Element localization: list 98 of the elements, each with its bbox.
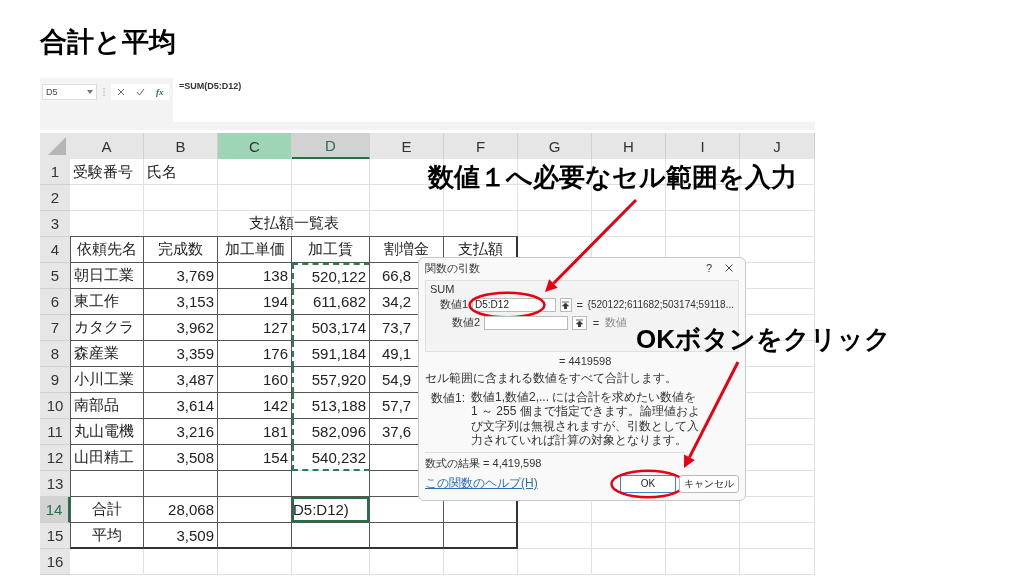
- row-header[interactable]: 5: [40, 263, 70, 289]
- ok-button[interactable]: OK: [620, 474, 676, 493]
- table-cell: 3,769: [144, 263, 218, 289]
- dropdown-icon: [87, 90, 93, 94]
- column-header[interactable]: D: [292, 133, 370, 159]
- column-heading: 加工単価: [218, 237, 292, 263]
- table-cell: 東工作: [70, 289, 144, 315]
- argument-preview: 数値: [605, 315, 627, 330]
- equals-sign: =: [591, 316, 601, 329]
- table-cell: 森産業: [70, 341, 144, 367]
- table-cell: 28,068: [144, 497, 218, 523]
- table-cell: 3,509: [144, 523, 218, 549]
- collapse-button[interactable]: [572, 315, 587, 330]
- table-cell: 513,188: [292, 393, 370, 419]
- row-header[interactable]: 9: [40, 367, 70, 393]
- table-cell: 3,216: [144, 419, 218, 445]
- help-link[interactable]: この関数のヘルプ(H): [425, 475, 538, 493]
- table-cell: 南部品: [70, 393, 144, 419]
- arrow-up-icon: [576, 318, 583, 327]
- argument-preview: {520122;611682;503174;59118...: [587, 299, 734, 310]
- table-cell: 540,232: [292, 445, 370, 471]
- slide-title: 合計と平均: [39, 26, 177, 59]
- table-cell: 557,920: [292, 367, 370, 393]
- close-icon[interactable]: [725, 264, 733, 272]
- row-header[interactable]: 6: [40, 289, 70, 315]
- table-cell: 176: [218, 341, 292, 367]
- row-header[interactable]: 3: [40, 211, 70, 237]
- table-cell: 142: [218, 393, 292, 419]
- help-button[interactable]: ?: [699, 262, 719, 274]
- column-header[interactable]: I: [666, 133, 740, 159]
- table-cell: 山田精工: [70, 445, 144, 471]
- table-cell: 181: [218, 419, 292, 445]
- argument-help-text: 数値1,数値2,... には合計を求めたい数値を 1 ～ 255 個まで指定できます。論理値および文字列は無視されますが、引数として入力されていれば計算の対象となります。: [471, 390, 701, 448]
- table-cell: 丸山電機: [70, 419, 144, 445]
- collapse-button[interactable]: [560, 297, 572, 312]
- column-header[interactable]: J: [740, 133, 815, 159]
- table-cell: 平均: [70, 523, 144, 549]
- cancel-icon[interactable]: [116, 88, 125, 96]
- formula-result: 数式の結果 = 4,419,598: [425, 456, 542, 469]
- table-cell: 朝日工業: [70, 263, 144, 289]
- table-title: 支払額一覧表: [218, 211, 370, 237]
- column-heading: 完成数: [144, 237, 218, 263]
- table-cell: 154: [218, 445, 292, 471]
- row-header[interactable]: 7: [40, 315, 70, 341]
- row-header[interactable]: 10: [40, 393, 70, 419]
- callout-text: OKボタンをクリック: [636, 323, 891, 356]
- column-header[interactable]: F: [444, 133, 518, 159]
- column-header[interactable]: C: [218, 133, 292, 159]
- table-cell: カタクラ: [70, 315, 144, 341]
- column-header[interactable]: A: [70, 133, 144, 159]
- column-header[interactable]: H: [592, 133, 666, 159]
- callout-text: 数値１へ必要なセル範囲を入力: [428, 161, 797, 194]
- table-cell: 3,614: [144, 393, 218, 419]
- row-header[interactable]: 14: [40, 497, 70, 523]
- argument-field[interactable]: [484, 315, 568, 330]
- table-cell: 3,962: [144, 315, 218, 341]
- column-heading: 依頼先名: [70, 237, 144, 263]
- row-header[interactable]: 15: [40, 523, 70, 549]
- column-heading: 加工賃: [292, 237, 370, 263]
- table-cell: 127: [218, 315, 292, 341]
- active-cell[interactable]: D5:D12): [292, 497, 370, 523]
- row-header[interactable]: 8: [40, 341, 70, 367]
- insert-function-button[interactable]: fx: [155, 87, 164, 97]
- table-cell: 3,153: [144, 289, 218, 315]
- table-cell: 611,682: [292, 289, 370, 315]
- cancel-button[interactable]: キャンセル: [679, 474, 739, 493]
- table-cell: 138: [218, 263, 292, 289]
- argument-field[interactable]: D5:D12: [472, 297, 557, 312]
- row-header[interactable]: 1: [40, 159, 70, 185]
- equals-sign: =: [575, 298, 584, 311]
- table-cell: 520,122: [292, 263, 370, 289]
- argument-label: 数値2: [450, 315, 480, 330]
- row-header[interactable]: 11: [40, 419, 70, 445]
- row-header[interactable]: 2: [40, 185, 70, 211]
- table-cell: 3,508: [144, 445, 218, 471]
- table-cell: 3,487: [144, 367, 218, 393]
- table-cell: 194: [218, 289, 292, 315]
- formula-bar[interactable]: =SUM(D5:D12): [173, 78, 815, 122]
- check-icon[interactable]: [135, 88, 145, 96]
- arrow-up-icon: [562, 300, 570, 309]
- row-header[interactable]: 4: [40, 237, 70, 263]
- table-cell-text: 氏名: [146, 161, 178, 182]
- row-header[interactable]: 13: [40, 471, 70, 497]
- name-box[interactable]: D5: [42, 84, 97, 100]
- table-cell-text: 受験番号: [72, 161, 134, 182]
- table-cell: 503,174: [292, 315, 370, 341]
- column-header[interactable]: B: [144, 133, 218, 159]
- table-cell: 582,096: [292, 419, 370, 445]
- column-header[interactable]: G: [518, 133, 592, 159]
- table-cell: 591,184: [292, 341, 370, 367]
- table-cell: 160: [218, 367, 292, 393]
- row-header[interactable]: 12: [40, 445, 70, 471]
- row-header[interactable]: 16: [40, 549, 70, 575]
- total-value: = 4419598: [558, 354, 613, 367]
- table-cell: 小川工業: [70, 367, 144, 393]
- table-cell: 合計: [70, 497, 144, 523]
- table-cell: 3,359: [144, 341, 218, 367]
- column-header[interactable]: E: [370, 133, 444, 159]
